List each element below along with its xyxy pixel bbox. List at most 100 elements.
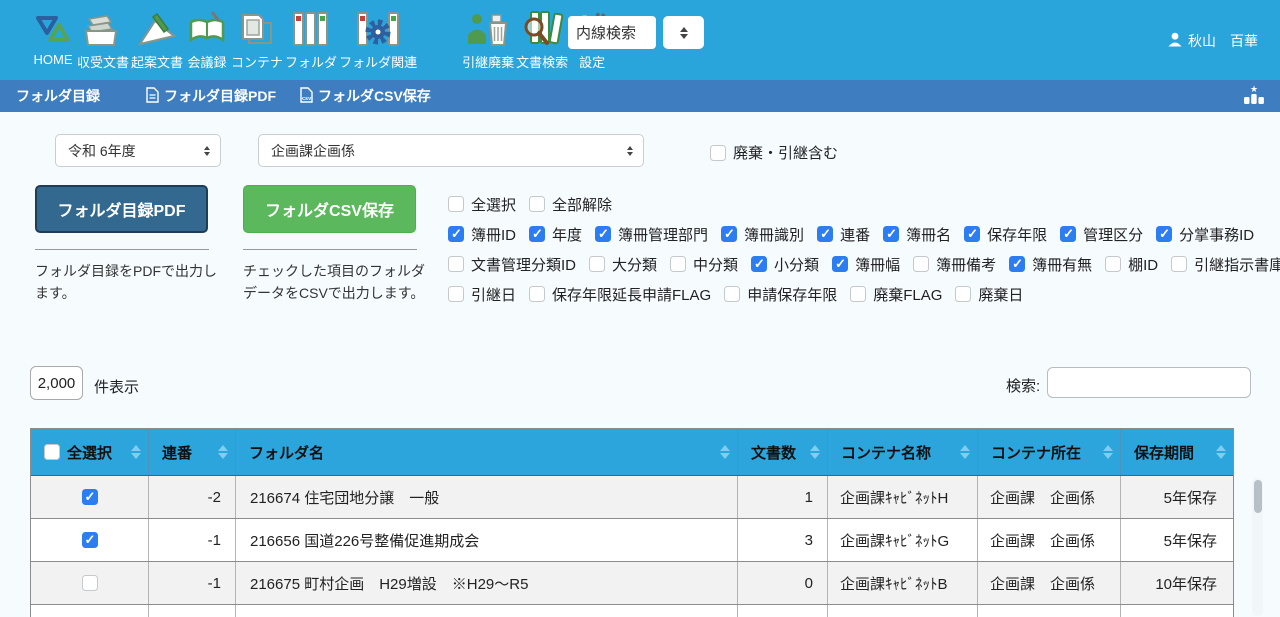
field-checkbox-input[interactable] — [1105, 256, 1121, 272]
select-all-input[interactable] — [448, 196, 464, 212]
ranking-podium-icon[interactable]: ★ — [1242, 83, 1266, 112]
field-checkbox[interactable]: 保存年限 — [964, 224, 1047, 245]
field-checkbox[interactable]: 簿冊名 — [883, 224, 951, 245]
field-checkbox-input[interactable] — [964, 226, 980, 242]
field-checkbox[interactable]: 管理区分 — [1060, 224, 1143, 245]
nav-label: 収受文書 — [77, 52, 129, 71]
table-row: -2 216674 住宅団地分譲 一般 1 企画課ｷｬﾋﾞﾈｯﾄH 企画課 企画… — [31, 476, 1233, 519]
field-checkbox[interactable]: 簿冊管理部門 — [595, 224, 708, 245]
header-container-location[interactable]: コンテナ所在 — [978, 429, 1121, 475]
nav-item-minutes[interactable]: 会議録 — [185, 7, 229, 71]
select-all-checkbox[interactable]: 全選択 — [448, 194, 516, 215]
folder-csv-save-button[interactable]: フォルダCSV保存 — [243, 185, 416, 233]
field-checkbox[interactable]: 連番 — [817, 224, 870, 245]
field-checkbox-input[interactable] — [448, 256, 464, 272]
field-checkbox[interactable]: 中分類 — [670, 254, 738, 275]
deselect-all-checkbox[interactable]: 全部解除 — [529, 194, 612, 215]
field-checkbox-input[interactable] — [670, 256, 686, 272]
page-size-input[interactable] — [30, 366, 83, 400]
field-checkbox-input[interactable] — [1009, 256, 1025, 272]
field-checkbox[interactable]: 引継日 — [448, 284, 516, 305]
nav-item-folder-related[interactable]: フォルダ関連 — [339, 7, 417, 71]
header-select-all-checkbox[interactable] — [44, 444, 60, 460]
nav-item-doc-search[interactable]: 文書検索 — [516, 7, 568, 71]
open-book-icon — [185, 7, 229, 51]
field-checkbox-input[interactable] — [724, 286, 740, 302]
chevron-updown-icon — [680, 23, 688, 43]
field-checkbox[interactable]: 大分類 — [589, 254, 657, 275]
field-checkbox-input[interactable] — [913, 256, 929, 272]
extension-select[interactable] — [663, 16, 704, 49]
field-checkbox[interactable]: 文書管理分類ID — [448, 254, 576, 275]
field-checkbox-input[interactable] — [448, 286, 464, 302]
sort-icon — [1216, 440, 1226, 464]
include-disposed-input[interactable] — [710, 145, 726, 161]
header-seq[interactable]: 連番 — [149, 429, 236, 475]
header-folder-name[interactable]: フォルダ名 — [236, 429, 738, 475]
field-checkbox[interactable]: 簿冊識別 — [721, 224, 804, 245]
scrollbar-thumb[interactable] — [1254, 480, 1262, 513]
header-container-name[interactable]: コンテナ名称 — [828, 429, 978, 475]
field-checkbox-input[interactable] — [1171, 256, 1187, 272]
nav-item-draft-docs[interactable]: 起案文書 — [131, 7, 183, 71]
field-checkbox-input[interactable] — [817, 226, 833, 242]
nav-item-received-docs[interactable]: 収受文書 — [77, 7, 129, 71]
header-retention[interactable]: 保存期間 — [1121, 429, 1233, 475]
home-logo-icon — [31, 7, 75, 51]
sort-icon — [810, 440, 820, 464]
vertical-scrollbar[interactable] — [1252, 478, 1263, 616]
nav-item-folder[interactable]: フォルダ — [285, 7, 337, 71]
field-checkbox-input[interactable] — [595, 226, 611, 242]
field-checkbox-input[interactable] — [1156, 226, 1172, 242]
field-checkbox-label: 文書管理分類ID — [471, 254, 576, 275]
folder-list-pdf-button[interactable]: フォルダ目録PDF — [35, 185, 208, 233]
field-checkbox-label: 小分類 — [774, 254, 819, 275]
field-checkbox[interactable]: 年度 — [529, 224, 582, 245]
nav-item-home[interactable]: HOME — [31, 7, 75, 67]
field-checkbox-input[interactable] — [1060, 226, 1076, 242]
field-checkbox-area: 全選択 全部解除 簿冊ID 年度 簿冊管理部門 簿 — [448, 189, 1168, 309]
user-menu[interactable]: 秋山 百華 — [1168, 31, 1258, 51]
field-checkbox[interactable]: 簿冊備考 — [913, 254, 996, 275]
field-checkbox[interactable]: 保存年限延長申請FLAG — [529, 284, 711, 305]
section-select[interactable]: 企画課企画係 — [258, 134, 644, 167]
table-search-input[interactable] — [1047, 367, 1251, 398]
field-checkbox[interactable]: 申請保存年限 — [724, 284, 837, 305]
nav-item-container[interactable]: コンテナ — [231, 7, 283, 71]
field-checkbox-input[interactable] — [589, 256, 605, 272]
field-checkbox[interactable]: 簿冊ID — [448, 224, 516, 245]
deselect-all-input[interactable] — [529, 196, 545, 212]
field-checkbox[interactable]: 廃棄日 — [955, 284, 1023, 305]
field-checkbox[interactable]: 棚ID — [1105, 254, 1158, 275]
header-select-all[interactable]: 全選択 — [31, 429, 149, 475]
table-row: -1 216675 町村企画 H29増設 ※H29〜R5 0 企画課ｷｬﾋﾞﾈｯ… — [31, 562, 1233, 605]
field-checkbox-input[interactable] — [529, 286, 545, 302]
subnav-folder-pdf-link[interactable]: フォルダ目録PDF — [146, 86, 276, 106]
subnav-folder-csv-link[interactable]: csv フォルダCSV保存 — [300, 86, 431, 106]
field-checkbox-input[interactable] — [832, 256, 848, 272]
inbox-tray-icon — [81, 7, 125, 51]
field-checkbox-input[interactable] — [850, 286, 866, 302]
field-checkbox-input[interactable] — [448, 226, 464, 242]
fiscal-year-select[interactable]: 令和 6年度 — [55, 134, 221, 167]
field-checkbox-input[interactable] — [751, 256, 767, 272]
nav-item-transfer-disposal[interactable]: 引継廃棄 — [462, 7, 514, 71]
row-select-checkbox[interactable] — [82, 489, 98, 505]
include-disposed-checkbox[interactable]: 廃棄・引継含む — [710, 142, 838, 163]
nav-label: コンテナ — [231, 52, 283, 71]
row-select-checkbox[interactable] — [82, 532, 98, 548]
field-checkbox-input[interactable] — [883, 226, 899, 242]
field-checkbox[interactable]: 分掌事務ID — [1156, 224, 1254, 245]
field-checkbox[interactable]: 簿冊有無 — [1009, 254, 1092, 275]
person-trash-icon — [465, 7, 511, 51]
header-doc-count[interactable]: 文書数 — [738, 429, 828, 475]
field-checkbox[interactable]: 簿冊幅 — [832, 254, 900, 275]
field-checkbox[interactable]: 引継指示書庫ID — [1171, 254, 1280, 275]
field-checkbox[interactable]: 廃棄FLAG — [850, 284, 942, 305]
field-checkbox[interactable]: 小分類 — [751, 254, 819, 275]
field-checkbox-input[interactable] — [955, 286, 971, 302]
field-checkbox-input[interactable] — [529, 226, 545, 242]
field-checkbox-input[interactable] — [721, 226, 737, 242]
extension-search-input[interactable] — [568, 16, 656, 49]
row-select-checkbox[interactable] — [82, 575, 98, 591]
